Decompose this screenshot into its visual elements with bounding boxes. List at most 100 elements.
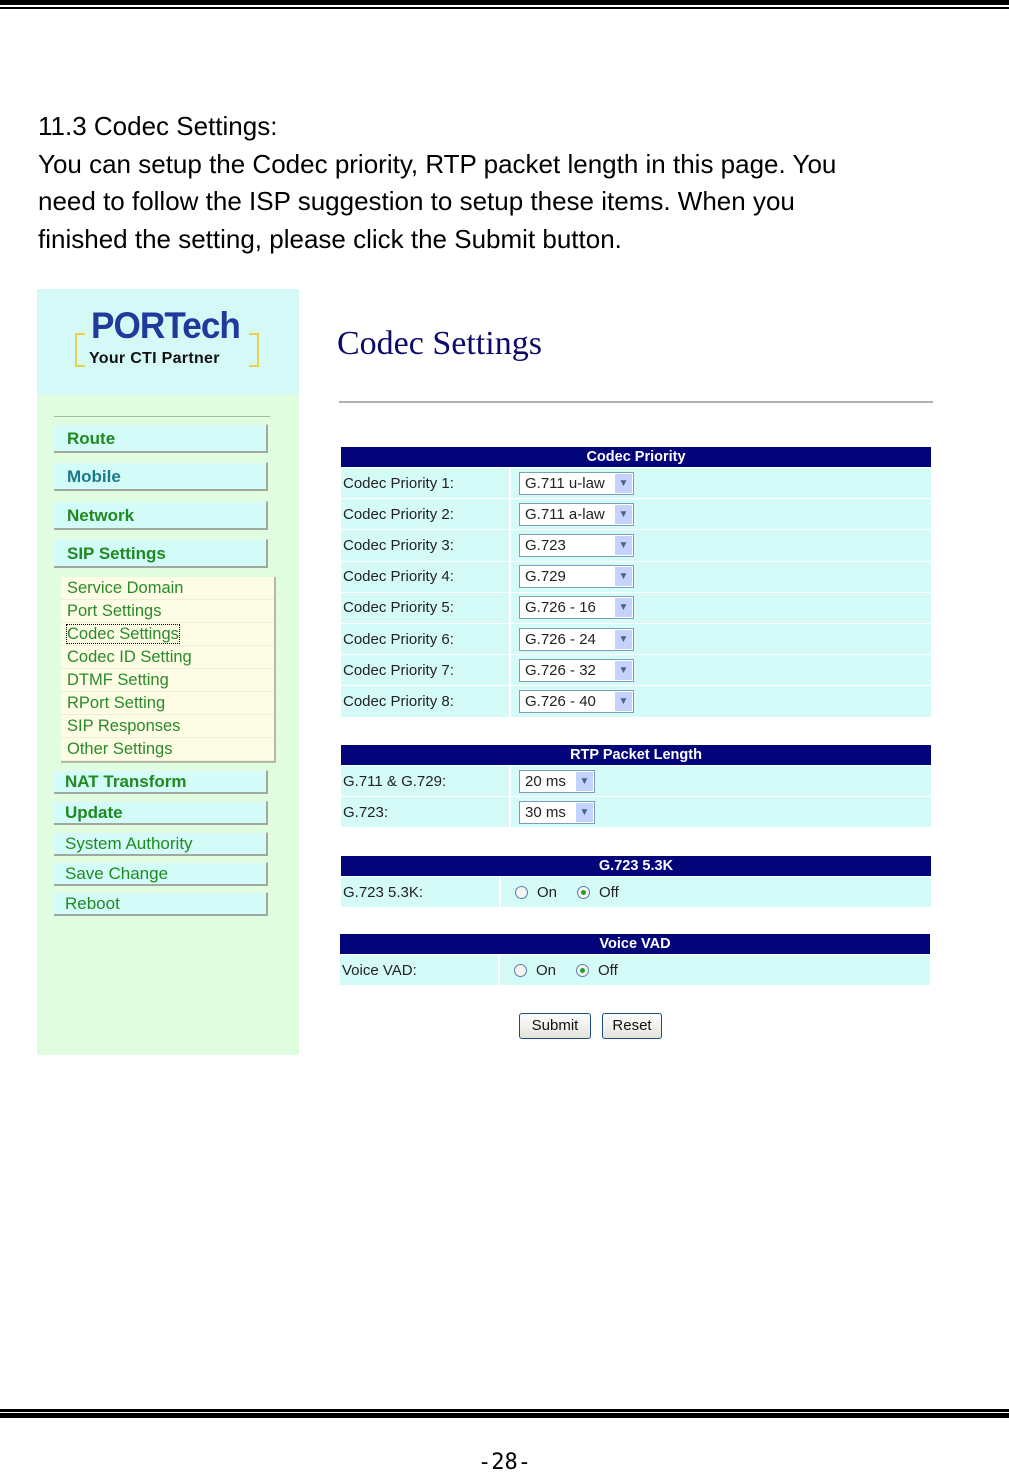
row-label: Codec Priority 6:	[341, 623, 511, 655]
codec-priority-6-select[interactable]: G.726 - 24 ▼	[519, 627, 634, 651]
row-label: Codec Priority 1:	[341, 468, 511, 499]
rtp-row-g723: G.723: 30 ms ▼	[341, 796, 931, 828]
radio-unchecked-icon	[514, 963, 527, 977]
sidebar-item-nat-transform[interactable]: NAT Transform	[54, 770, 268, 794]
logo-tagline: Your CTI Partner	[89, 350, 220, 367]
g723-53k-row: G.723 5.3K: On Off	[341, 876, 931, 908]
top-rule-thick	[0, 0, 1009, 5]
codec-priority-row: Codec Priority 8: G.726 - 40 ▼	[341, 685, 931, 717]
submit-button[interactable]: Submit	[519, 1013, 591, 1039]
codec-priority-row: Codec Priority 4: G.729 ▼	[341, 560, 931, 592]
g723-53k-off-radio[interactable]: Off	[577, 884, 619, 901]
codec-priority-row: Codec Priority 6: G.726 - 24 ▼	[341, 622, 931, 655]
sidebar-item-network[interactable]: Network	[54, 501, 268, 530]
submenu-item-dtmf-setting[interactable]: DTMF Setting	[61, 669, 274, 692]
row-label: Codec Priority 5:	[341, 592, 511, 623]
chevron-down-icon: ▼	[615, 504, 632, 524]
submenu-label: Service Domain	[67, 579, 184, 597]
codec-priority-row: Codec Priority 3: G.723 ▼	[341, 529, 931, 561]
sidebar-divider	[54, 416, 270, 417]
submenu-item-codec-id-setting[interactable]: Codec ID Setting	[61, 646, 274, 669]
codec-priority-8-select[interactable]: G.726 - 40 ▼	[519, 689, 634, 713]
codec-priority-3-select[interactable]: G.723 ▼	[519, 533, 634, 557]
submenu-item-sip-responses[interactable]: SIP Responses	[61, 715, 274, 738]
sip-submenu: Service Domain Port Settings Codec Setti…	[61, 577, 276, 763]
select-value: 20 ms	[525, 772, 566, 790]
submenu-label: RPort Setting	[67, 694, 166, 712]
paragraph-line: need to follow the ISP suggestion to set…	[38, 186, 795, 216]
sidebar-item-system-authority[interactable]: System Authority	[54, 832, 268, 856]
radio-label: Off	[599, 883, 619, 901]
submenu-item-service-domain[interactable]: Service Domain	[61, 577, 274, 600]
sidebar-item-reboot[interactable]: Reboot	[54, 892, 268, 916]
rtp-packet-length-section: RTP Packet Length G.711 & G.729: 20 ms ▼…	[341, 745, 931, 828]
radio-checked-icon	[576, 963, 590, 977]
sidebar-item-save-change[interactable]: Save Change	[54, 862, 268, 886]
submenu-label: SIP Responses	[67, 717, 181, 735]
radio-unchecked-icon	[515, 885, 528, 899]
row-label: Codec Priority 2:	[341, 499, 511, 530]
submenu-item-other-settings[interactable]: Other Settings	[61, 738, 274, 761]
select-value: G.723	[525, 536, 566, 554]
voice-vad-on-radio[interactable]: On	[514, 962, 556, 979]
title-divider	[339, 401, 933, 403]
select-value: G.711 a-law	[525, 505, 605, 523]
rtp-g711-g729-select[interactable]: 20 ms ▼	[519, 769, 595, 793]
submenu-label: Codec Settings	[66, 624, 180, 644]
codec-priority-row: Codec Priority 2: G.711 a-law ▼	[341, 498, 931, 530]
g723-53k-section: G.723 5.3K G.723 5.3K: On Off	[341, 856, 931, 908]
voice-vad-off-radio[interactable]: Off	[576, 962, 618, 979]
select-value: G.726 - 40	[525, 692, 596, 710]
codec-priority-row: Codec Priority 1: G.711 u-law ▼	[341, 467, 931, 499]
sidebar-item-mobile[interactable]: Mobile	[54, 462, 268, 491]
codec-priority-row: Codec Priority 7: G.726 - 32 ▼	[341, 654, 931, 686]
submenu-item-codec-settings[interactable]: Codec Settings	[61, 623, 274, 646]
submenu-label: Port Settings	[67, 602, 162, 620]
codec-priority-row: Codec Priority 5: G.726 - 16 ▼	[341, 591, 931, 623]
codec-priority-5-select[interactable]: G.726 - 16 ▼	[519, 596, 634, 620]
codec-priority-7-select[interactable]: G.726 - 32 ▼	[519, 658, 634, 682]
radio-label: Off	[598, 961, 618, 979]
chevron-down-icon: ▼	[615, 535, 632, 555]
radio-checked-icon	[577, 885, 591, 899]
chevron-down-icon: ▼	[615, 598, 632, 618]
section-header: Voice VAD	[340, 934, 930, 954]
g723-53k-on-radio[interactable]: On	[515, 884, 557, 901]
paragraph-line: finished the setting, please click the S…	[38, 223, 622, 254]
row-label: Codec Priority 7:	[341, 655, 511, 686]
submenu-item-port-settings[interactable]: Port Settings	[61, 600, 274, 623]
logo-brand: PORTech	[91, 305, 241, 346]
section-header: Codec Priority	[341, 447, 931, 467]
select-value: G.726 - 24	[525, 630, 596, 648]
sidebar: PORTech Your CTI Partner Route Mobile Ne…	[37, 289, 299, 1055]
row-label: G.711 & G.729:	[341, 766, 511, 797]
chevron-down-icon: ▼	[576, 802, 593, 822]
radio-label: On	[537, 883, 558, 901]
section-header: RTP Packet Length	[341, 745, 931, 765]
submenu-label: Other Settings	[67, 740, 173, 758]
codec-priority-4-select[interactable]: G.729 ▼	[519, 565, 634, 589]
logo-bracket-right-icon	[249, 333, 259, 367]
codec-priority-section: Codec Priority Codec Priority 1: G.711 u-…	[341, 447, 931, 717]
rtp-g723-select[interactable]: 30 ms ▼	[519, 800, 595, 824]
reset-button[interactable]: Reset	[602, 1013, 662, 1039]
select-value: 30 ms	[525, 803, 566, 821]
section-header: G.723 5.3K	[341, 856, 931, 876]
sidebar-item-update[interactable]: Update	[54, 801, 268, 825]
row-label: Codec Priority 8:	[341, 686, 511, 717]
codec-priority-1-select[interactable]: G.711 u-law ▼	[519, 471, 634, 495]
submenu-label: Codec ID Setting	[67, 648, 192, 666]
chevron-down-icon: ▼	[615, 660, 632, 680]
rtp-row-g711-g729: G.711 & G.729: 20 ms ▼	[341, 765, 931, 797]
codec-priority-2-select[interactable]: G.711 a-law ▼	[519, 502, 634, 526]
page-number: -28-	[478, 1450, 531, 1475]
main-panel: Codec Settings Codec Priority Codec Prio…	[299, 289, 957, 1055]
submenu-item-rport-setting[interactable]: RPort Setting	[61, 692, 274, 715]
voice-vad-section: Voice VAD Voice VAD: On Off	[340, 934, 930, 986]
chevron-down-icon: ▼	[576, 771, 593, 791]
select-value: G.711 u-law	[525, 474, 605, 492]
codec-settings-screenshot: PORTech Your CTI Partner Route Mobile Ne…	[37, 289, 957, 1055]
sidebar-item-sip-settings[interactable]: SIP Settings	[54, 539, 268, 568]
sidebar-item-route[interactable]: Route	[54, 424, 268, 453]
submenu-label: DTMF Setting	[67, 671, 169, 689]
